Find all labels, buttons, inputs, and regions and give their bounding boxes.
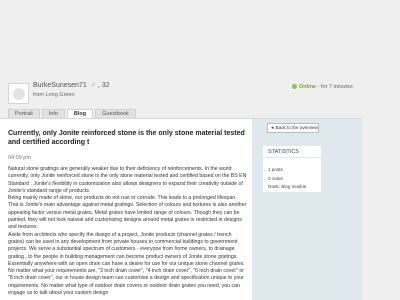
statistics-heading: STATISTICS (263, 146, 321, 158)
post-paragraph: No matter what your requirements are, "3… (8, 268, 244, 297)
post-paragraph: Being mainly made of stone, our products… (8, 195, 247, 231)
profile-tabs: Portrait Info Blog Guestbook (8, 109, 136, 118)
post-paragraph: Natural stone gratings are generally wea… (8, 166, 247, 194)
online-status-label: Online (299, 84, 317, 90)
post-paragraph: Aside from architects who specify the de… (8, 231, 245, 267)
avatar[interactable] (8, 83, 29, 104)
stat-votes: 0 votes (268, 176, 283, 181)
stat-posts: 1 posts (268, 167, 283, 172)
profile-username-line: BurkeSunesen71 ♂, 32 (33, 82, 110, 89)
online-status-time: - for 7 minutes (317, 84, 353, 90)
avatar-placeholder-icon (13, 88, 25, 100)
online-status: Online - for 7 minutes (292, 84, 353, 90)
username[interactable]: BurkeSunesen71 (33, 82, 87, 89)
location: from Long Green (33, 92, 75, 98)
back-button-label: Back to the overview (275, 125, 318, 130)
tab-portrait[interactable]: Portrait (8, 109, 40, 118)
back-to-overview-button[interactable]: ◂ Back to the overview (267, 123, 319, 133)
gender-icon: ♂ (90, 82, 96, 89)
tab-blog[interactable]: Blog (66, 109, 94, 118)
tab-info[interactable]: Info (41, 109, 65, 118)
online-dot-icon (292, 84, 297, 90)
post-body: Natural stone gratings are generally wea… (8, 166, 248, 297)
post-title: Currently, only Jonite reinforced stone … (8, 130, 245, 146)
tab-guestbook[interactable]: Guestbook (95, 109, 136, 118)
stat-rank: Rank: Blog newbie (268, 184, 307, 189)
post-date: 04:09 pm (8, 155, 31, 161)
profile-page: BurkeSunesen71 ♂, 32 from Long Green Onl… (0, 0, 400, 300)
age: 32 (101, 82, 110, 89)
back-arrow-icon: ◂ (271, 125, 274, 131)
